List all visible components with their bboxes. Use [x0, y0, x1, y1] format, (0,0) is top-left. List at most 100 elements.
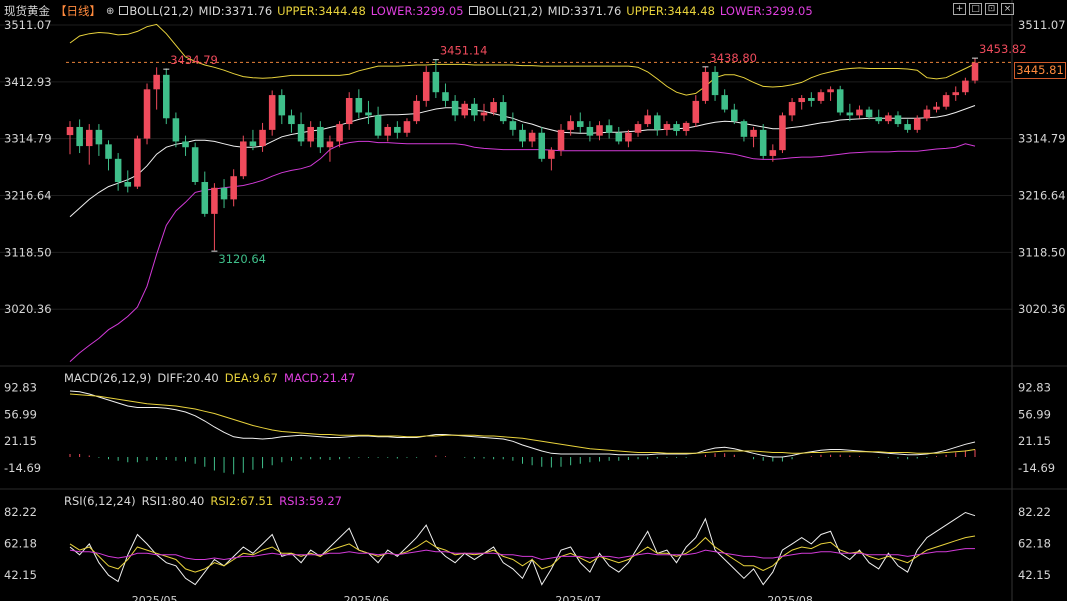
rsi-y-tick-right: 42.15: [1018, 568, 1051, 582]
candle-down: [374, 115, 382, 136]
rsi-rsi1-line: [69, 511, 976, 586]
expand-icon[interactable]: +: [953, 3, 966, 15]
candle-up: [403, 121, 411, 133]
candle-up: [490, 102, 497, 113]
candle-up: [913, 118, 921, 130]
candle-down: [759, 129, 767, 156]
candle-down: [740, 121, 748, 137]
candle-down: [894, 115, 902, 125]
candle-up: [625, 132, 632, 142]
candle-down: [249, 141, 257, 147]
high-annotation: 3451.14: [440, 44, 488, 58]
export-icon[interactable]: ⊡: [985, 3, 998, 15]
fullscreen-icon[interactable]: □: [969, 3, 982, 15]
instrument-name: 现货黄金: [4, 4, 50, 18]
candle-up: [384, 126, 391, 136]
candle-up: [702, 71, 709, 101]
y-tick-label-right: 3118.50: [1018, 245, 1066, 259]
indicator-toggle-icon[interactable]: [119, 6, 129, 15]
rsi1-value: RSI1:80.40: [141, 494, 205, 508]
y-tick-label-left: 3020.36: [4, 302, 52, 316]
close-icon[interactable]: ×: [1001, 3, 1014, 15]
settings-icon[interactable]: ⊕: [106, 6, 114, 17]
candle-up: [345, 98, 353, 125]
rsi2-value: RSI2:67.51: [210, 494, 274, 508]
macd-y-tick-right: 92.83: [1018, 380, 1051, 394]
macd-y-tick-left: 56.99: [4, 407, 37, 421]
boll-upper: UPPER:3444.48: [626, 4, 715, 18]
candle-down: [172, 118, 180, 142]
y-tick-label-right: 3216.64: [1018, 189, 1066, 203]
macd-header: MACD(26,12,9) DIFF:20.40 DEA:9.67 MACD:2…: [64, 371, 355, 385]
candle-down: [394, 126, 401, 133]
macd-y-tick-right: 56.99: [1018, 407, 1051, 421]
macd-diff: DIFF:20.40: [157, 371, 219, 385]
candle-up: [971, 62, 979, 81]
candle-down: [442, 92, 449, 101]
candle-up: [66, 126, 74, 136]
candle-down: [182, 141, 189, 148]
rsi-panel: [69, 511, 976, 586]
macd-value: MACD:21.47: [284, 371, 356, 385]
candle-down: [191, 147, 199, 182]
rsi-y-tick-left: 82.22: [4, 505, 37, 519]
candle-up: [307, 126, 314, 142]
candle-up: [211, 187, 218, 214]
rsi-y-tick-left: 42.15: [4, 568, 37, 582]
candle-down: [586, 126, 594, 136]
candle-up: [788, 102, 796, 116]
candle-down: [451, 100, 459, 116]
candle-down: [519, 129, 526, 142]
boll-name: BOLL(21,2): [478, 4, 543, 18]
candle-down: [76, 126, 83, 147]
candle-down: [365, 112, 372, 116]
candle-up: [336, 124, 343, 142]
candle-up: [779, 115, 786, 151]
candle-up: [413, 100, 420, 122]
y-tick-label-left: 3216.64: [4, 189, 52, 203]
candle-down: [731, 109, 738, 122]
candle-down: [846, 112, 854, 116]
candle-up: [422, 71, 430, 101]
candle-down: [163, 74, 170, 119]
current-price-tag: 3445.81: [1014, 62, 1066, 79]
candle-up: [528, 132, 536, 142]
candle-up: [769, 150, 777, 156]
candle-up: [692, 100, 700, 123]
x-date-label: 2025/08: [767, 594, 813, 601]
candle-up: [663, 124, 671, 130]
candle-down: [654, 115, 661, 130]
boll-lower: LOWER:3299.05: [370, 4, 464, 18]
indicator-toggle-icon[interactable]: [468, 6, 478, 15]
candle-down: [538, 132, 546, 159]
candle-down: [721, 95, 728, 110]
candle-down: [836, 89, 844, 113]
rsi-name: RSI(6,12,24): [64, 494, 136, 508]
macd-dea-line: [69, 393, 976, 454]
candle-down: [95, 129, 103, 145]
candle-up: [942, 95, 950, 107]
x-date-label: 2025/05: [132, 594, 178, 601]
boll-lower: LOWER:3299.05: [719, 4, 813, 18]
rsi-rsi2-line: [69, 535, 976, 573]
x-date-label: 2025/07: [555, 594, 601, 601]
boll-lower-line: [69, 140, 976, 362]
candle-down: [904, 124, 911, 130]
candle-down: [114, 158, 122, 182]
candle-up: [134, 138, 141, 187]
period-label[interactable]: 【日线】: [55, 3, 101, 19]
candle-up: [268, 95, 276, 130]
indicator-block-2[interactable]: BOLL(21,2): [468, 4, 543, 18]
rsi-y-tick-left: 62.18: [4, 537, 37, 551]
chart-canvas: 3434.79 3451.14 3438.80 3453.82 3120.64 3511…: [0, 0, 1067, 601]
macd-y-tick-left: 21.15: [4, 434, 37, 448]
y-tick-label-left: 3511.07: [4, 18, 52, 32]
candle-up: [634, 124, 642, 133]
candle-down: [278, 95, 286, 116]
candle-down: [288, 115, 295, 125]
y-tick-label-right: 3314.79: [1018, 132, 1066, 146]
low-annotation: 3120.64: [218, 252, 266, 266]
rsi-y-tick-right: 62.18: [1018, 537, 1051, 551]
indicator-block-1[interactable]: BOLL(21,2): [119, 4, 194, 18]
candle-up: [480, 112, 488, 116]
